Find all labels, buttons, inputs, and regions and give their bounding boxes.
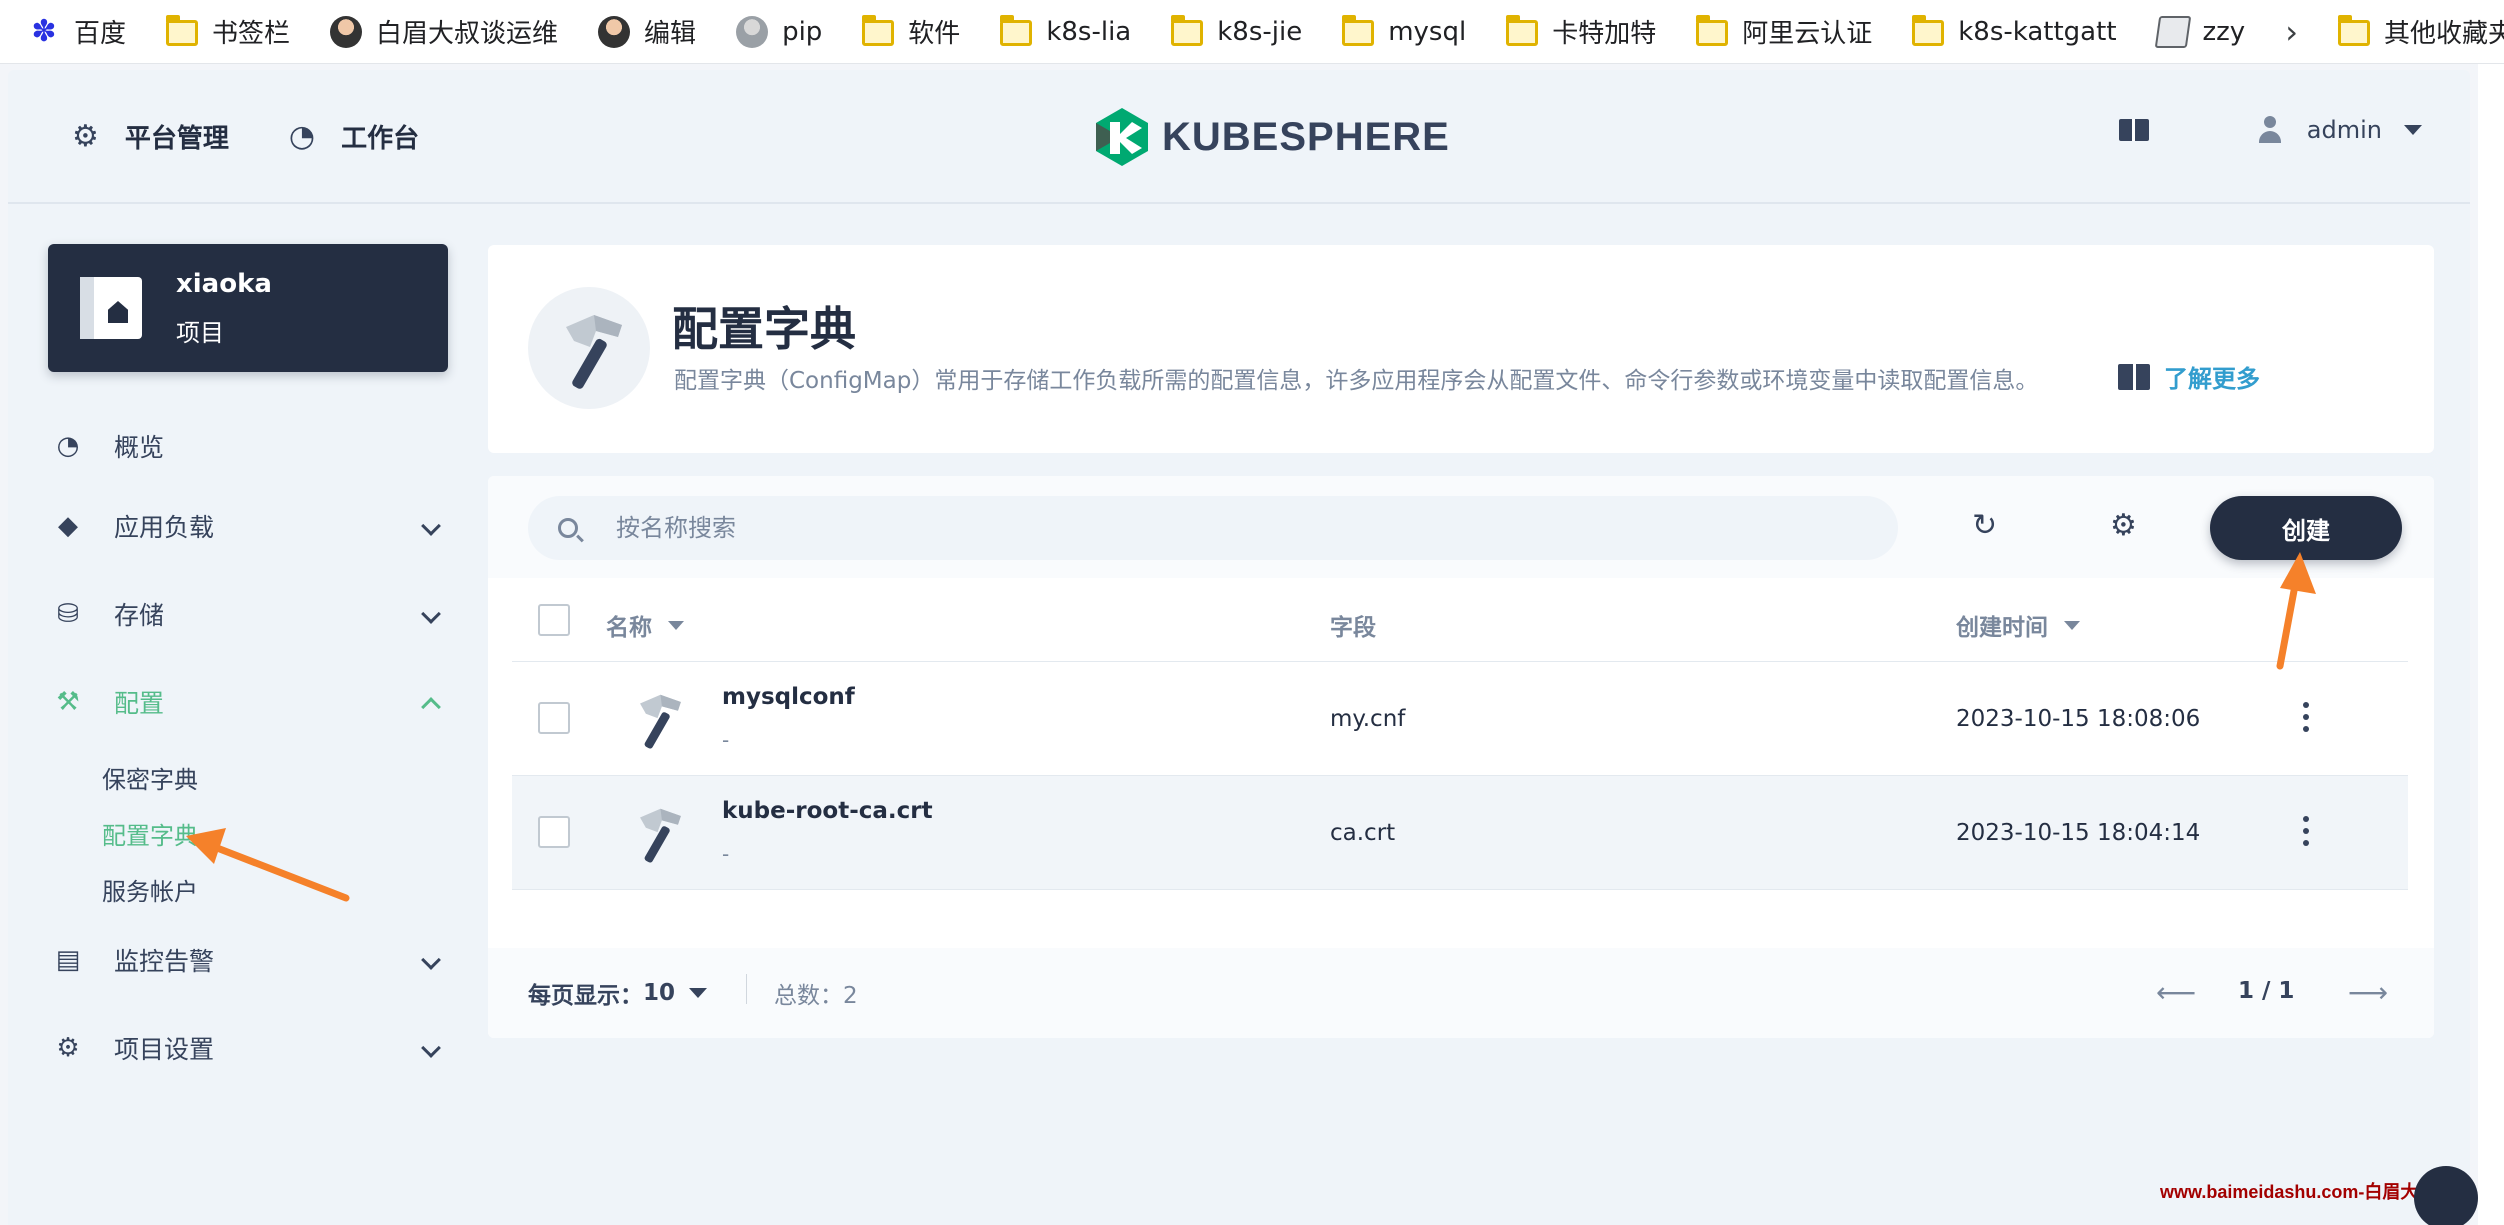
help-bubble-icon[interactable] [2414, 1166, 2478, 1225]
arrow-to-create-button [2276, 552, 2316, 670]
annotation-arrows [186, 552, 2316, 902]
watermark-text: www.baimeidashu.com-白眉大叔 [2160, 1182, 2437, 1202]
arrow-to-configmap-menu [186, 828, 350, 902]
